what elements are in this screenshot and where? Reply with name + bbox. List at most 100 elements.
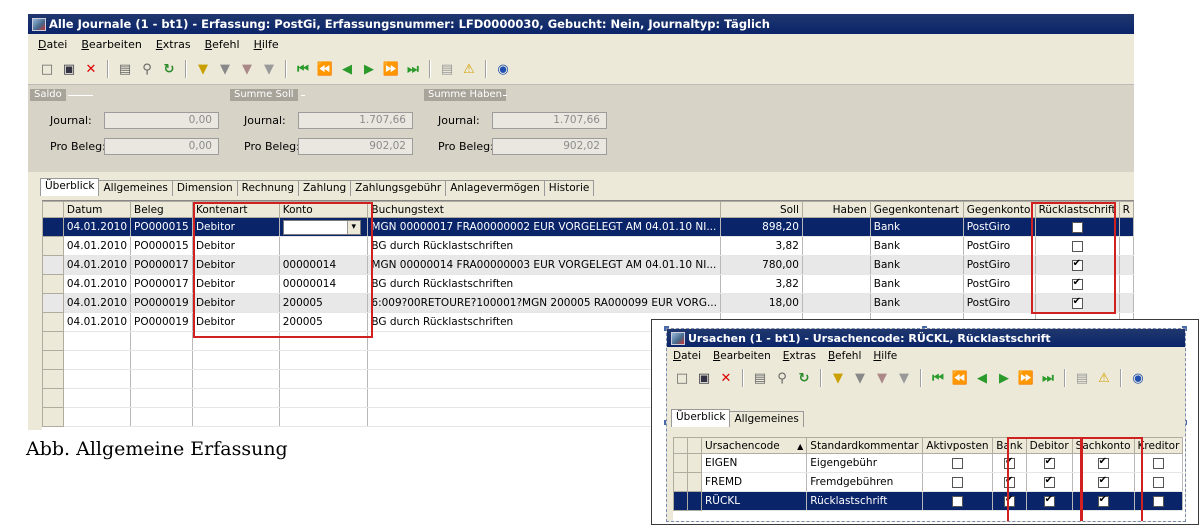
cell-debitor[interactable] xyxy=(1025,491,1073,511)
cell-konto[interactable] xyxy=(278,236,369,256)
sort-ascending-icon[interactable]: ▲ xyxy=(797,442,803,451)
cell-bank[interactable] xyxy=(992,453,1027,473)
cell-kontenart[interactable]: Debitor xyxy=(191,217,280,237)
ruecklastschrift-checkbox[interactable] xyxy=(1071,258,1083,271)
cell-soll[interactable]: 780,00 xyxy=(719,255,803,275)
col-ruecklastschrift[interactable]: Rücklastschrift xyxy=(1034,201,1120,218)
table-row[interactable]: 04.01.2010 PO000015 Debitor MGN 00000017… xyxy=(42,217,1134,237)
document-icon[interactable]: ▤ xyxy=(1073,369,1091,387)
tab-historie[interactable]: Historie xyxy=(543,180,595,196)
debitor-checkbox[interactable] xyxy=(1043,494,1055,507)
tab-allgemeines[interactable]: Allgemeines xyxy=(98,180,173,196)
col-gegenkontenart[interactable]: Gegenkontenart xyxy=(869,201,964,218)
cell-gegenkonto[interactable]: PostGiro xyxy=(962,293,1036,313)
cell-konto[interactable] xyxy=(278,217,369,237)
row-header[interactable] xyxy=(687,453,702,473)
filter-by-field-icon[interactable]: ▼ xyxy=(216,60,234,78)
kreditor-checkbox[interactable] xyxy=(1152,495,1164,507)
cell-kreditor[interactable] xyxy=(1133,491,1184,511)
col-datum[interactable]: Datum xyxy=(62,201,132,218)
delete-icon[interactable]: ✕ xyxy=(82,60,100,78)
menu-befehl[interactable]: Befehl xyxy=(828,350,861,362)
cell-datum[interactable]: 04.01.2010 xyxy=(62,236,132,256)
cell-sachkonto[interactable] xyxy=(1071,491,1135,511)
cell-gegenkonto[interactable]: PostGiro xyxy=(962,217,1036,237)
col-r[interactable]: R xyxy=(1118,201,1134,218)
menu-extras[interactable]: Extras xyxy=(783,350,816,362)
filter-by-selection-icon[interactable]: ▼ xyxy=(829,369,847,387)
cell-haben[interactable] xyxy=(801,217,871,237)
filter-by-selection-icon[interactable]: ▼ xyxy=(194,60,212,78)
col-ursachencode[interactable]: Ursachencode ▲ xyxy=(700,437,808,454)
ruecklastschrift-checkbox[interactable] xyxy=(1071,296,1083,309)
previous-page-icon[interactable]: ⏪ xyxy=(951,369,969,387)
save-icon[interactable]: ▣ xyxy=(60,60,78,78)
cell-gegenkontenart[interactable]: Bank xyxy=(869,255,964,275)
col-aktivposten[interactable]: Aktivposten xyxy=(922,437,994,454)
tab-rechnung[interactable]: Rechnung xyxy=(236,180,299,196)
last-record-icon[interactable]: ⏭ xyxy=(404,60,422,78)
cell-beleg[interactable]: PO000015 xyxy=(130,217,193,237)
cell-haben[interactable] xyxy=(801,255,871,275)
table-row[interactable]: 04.01.2010 PO000015 Debitor BG durch Rüc… xyxy=(42,236,1134,256)
refresh-icon[interactable]: ↻ xyxy=(160,60,178,78)
ruecklastschrift-checkbox[interactable] xyxy=(1071,240,1083,252)
sachkonto-checkbox[interactable] xyxy=(1097,494,1109,507)
cell-aktivposten[interactable] xyxy=(922,491,994,511)
col-beleg[interactable]: Beleg xyxy=(130,201,193,218)
cell-standardkommentar[interactable]: Rücklastschrift xyxy=(806,491,924,511)
col-buchungstext[interactable]: Buchungstext xyxy=(367,201,721,218)
cell-soll[interactable]: 3,82 xyxy=(719,236,803,256)
advanced-filter-icon[interactable]: ▼ xyxy=(873,369,891,387)
menu-extras[interactable]: Extras xyxy=(156,38,191,51)
cell-haben[interactable] xyxy=(801,236,871,256)
remove-filter-icon[interactable]: ▼ xyxy=(260,60,278,78)
ruecklastschrift-checkbox[interactable] xyxy=(1071,221,1083,233)
cell-soll[interactable]: 898,20 xyxy=(719,217,803,237)
table-row[interactable]: 04.01.2010 PO000017 Debitor 00000014 MGN… xyxy=(42,255,1134,275)
col-bank[interactable]: Bank xyxy=(992,437,1027,454)
table-row[interactable]: RÜCKL Rücklastschrift xyxy=(673,491,1184,511)
menu-befehl[interactable]: Befehl xyxy=(205,38,240,51)
kreditor-checkbox[interactable] xyxy=(1152,457,1164,469)
cell-bank[interactable] xyxy=(992,472,1027,492)
bank-checkbox[interactable] xyxy=(1003,456,1015,469)
cell-beleg[interactable]: PO000019 xyxy=(130,312,193,332)
previous-record-icon[interactable]: ◀ xyxy=(973,369,991,387)
cell-kontenart[interactable]: Debitor xyxy=(191,255,280,275)
row-header[interactable] xyxy=(42,255,64,275)
delete-icon[interactable]: ✕ xyxy=(717,369,735,387)
cell-ursachencode[interactable]: FREMD xyxy=(700,472,808,492)
col-haben[interactable]: Haben xyxy=(801,201,871,218)
cell-ursachencode[interactable]: EIGEN xyxy=(700,453,808,473)
cell-beleg[interactable]: PO000017 xyxy=(130,274,193,294)
kreditor-checkbox[interactable] xyxy=(1152,476,1164,488)
cell-kreditor[interactable] xyxy=(1133,472,1184,492)
col-konto[interactable]: Konto xyxy=(278,201,369,218)
cell-konto[interactable]: 200005 xyxy=(278,312,369,332)
row-header[interactable] xyxy=(42,274,64,294)
last-record-icon[interactable]: ⏭ xyxy=(1039,369,1057,387)
table-row[interactable]: 04.01.2010 PO000017 Debitor 00000014 BG … xyxy=(42,274,1134,294)
next-page-icon[interactable]: ⏩ xyxy=(1017,369,1035,387)
tab-zahlung[interactable]: Zahlung xyxy=(297,180,352,196)
filter-by-field-icon[interactable]: ▼ xyxy=(851,369,869,387)
col-kontenart[interactable]: Kontenart xyxy=(191,201,280,218)
debitor-checkbox[interactable] xyxy=(1043,475,1055,488)
cell-soll[interactable]: 18,00 xyxy=(719,293,803,313)
cell-ruecklastschrift[interactable] xyxy=(1034,293,1120,313)
previous-page-icon[interactable]: ⏪ xyxy=(316,60,334,78)
cell-standardkommentar[interactable]: Eigengebühr xyxy=(806,453,924,473)
cell-ruecklastschrift[interactable] xyxy=(1034,236,1120,256)
table-row[interactable]: EIGEN Eigengebühr xyxy=(673,453,1184,473)
alert-icon[interactable]: ⚠ xyxy=(460,60,478,78)
cell-haben[interactable] xyxy=(801,293,871,313)
cell-gegenkonto[interactable]: PostGiro xyxy=(962,274,1036,294)
aktivposten-checkbox[interactable] xyxy=(952,495,964,507)
cell-gegenkontenart[interactable]: Bank xyxy=(869,293,964,313)
col-standardkommentar[interactable]: Standardkommentar xyxy=(806,437,924,454)
cell-beleg[interactable]: PO000017 xyxy=(130,255,193,275)
tab-ueberblick[interactable]: Überblick xyxy=(671,409,731,427)
cell-ursachencode[interactable]: RÜCKL xyxy=(700,491,808,511)
cell-haben[interactable] xyxy=(801,274,871,294)
